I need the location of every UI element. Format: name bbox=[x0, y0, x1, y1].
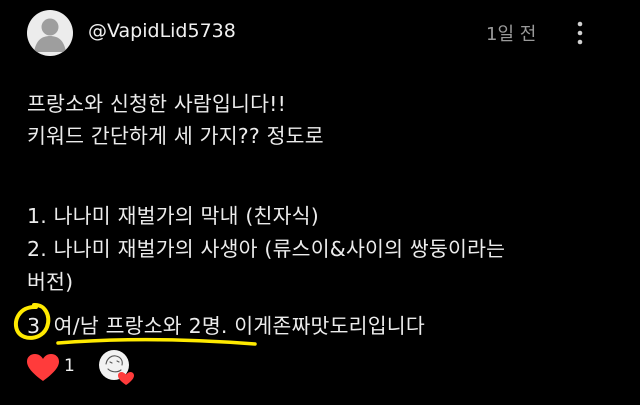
comment-text-line: 버전) bbox=[27, 270, 74, 294]
more-options-icon[interactable] bbox=[570, 16, 590, 50]
comment-text-line: 키워드 간단하게 세 가지?? 정도로 bbox=[27, 124, 324, 148]
default-avatar-icon bbox=[34, 18, 66, 52]
comment-timestamp: 1일 전 bbox=[486, 24, 537, 45]
like-count: 1 bbox=[64, 356, 75, 376]
comment-text-line: 2. 나나미 재벌가의 사생아 (류스이&사이의 쌍둥이라는 bbox=[27, 237, 506, 261]
comment-username[interactable]: @VapidLid5738 bbox=[88, 20, 236, 42]
comment-text-line: 프랑소와 신청한 사람입니다!! bbox=[27, 92, 286, 116]
comment-text-line: 3. 여/남 프랑소와 2명. 이게존짜맛도리입니다 bbox=[27, 314, 425, 338]
creator-heart-icon bbox=[97, 348, 137, 388]
comment-text-line: 1. 나나미 재벌가의 막내 (친자식) bbox=[27, 204, 319, 228]
avatar[interactable] bbox=[27, 10, 73, 56]
heart-icon[interactable] bbox=[26, 353, 60, 383]
